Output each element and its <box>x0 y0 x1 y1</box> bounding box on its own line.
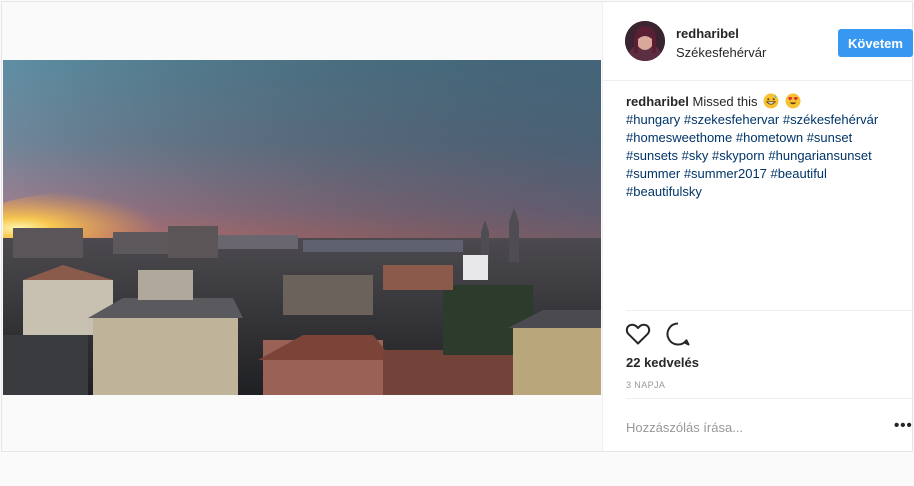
hashtag[interactable]: #beautiful <box>771 166 827 181</box>
hashtag[interactable]: #summer <box>626 166 680 181</box>
hashtag[interactable]: #hungariansunset <box>768 148 871 163</box>
caption-text: Missed this <box>692 94 758 109</box>
hashtag[interactable]: #homesweethome <box>626 130 732 145</box>
avatar[interactable] <box>625 21 665 61</box>
photo-pane <box>2 2 603 451</box>
hashtag[interactable]: #sunset <box>807 130 853 145</box>
grinning-sweat-emoji-icon <box>763 93 779 109</box>
location-link[interactable]: Székesfehérvár <box>676 45 766 60</box>
comment-icon[interactable] <box>664 320 692 348</box>
divider <box>626 310 914 311</box>
hashtag[interactable]: #székesfehérvár <box>783 112 878 127</box>
caption-username[interactable]: redharibel <box>626 94 689 109</box>
comment-input[interactable]: Hozzászólás írása... <box>626 420 743 435</box>
hashtag[interactable]: #hungary <box>626 112 680 127</box>
hashtag[interactable]: #sky <box>682 148 709 163</box>
post-photo[interactable] <box>3 60 601 395</box>
post-header: redharibel Székesfehérvár Követem <box>602 2 914 81</box>
username[interactable]: redharibel <box>676 26 739 41</box>
hashtag[interactable]: #szekesfehervar <box>684 112 779 127</box>
hashtag[interactable]: #sunsets <box>626 148 678 163</box>
avatar-image <box>625 21 665 61</box>
divider <box>626 398 914 399</box>
likes-count[interactable]: 22 kedvelés <box>626 355 699 370</box>
hashtag[interactable]: #summer2017 <box>684 166 767 181</box>
hashtag[interactable]: #skyporn <box>712 148 765 163</box>
heart-icon[interactable] <box>624 320 652 348</box>
post-timestamp[interactable]: 3 NAPJA <box>626 380 665 390</box>
post-card: redharibel Székesfehérvár Követem redhar… <box>1 1 914 452</box>
follow-button[interactable]: Követem <box>838 29 913 57</box>
hashtag[interactable]: #beautifulsky <box>626 184 702 199</box>
hashtag[interactable]: #hometown <box>736 130 803 145</box>
heart-eyes-emoji-icon <box>785 93 801 109</box>
more-options-icon[interactable]: ••• <box>894 417 913 434</box>
caption: redharibel Missed this #hungary #szekesf… <box>626 93 906 201</box>
post-sidebar: redharibel Székesfehérvár Követem redhar… <box>602 2 914 451</box>
